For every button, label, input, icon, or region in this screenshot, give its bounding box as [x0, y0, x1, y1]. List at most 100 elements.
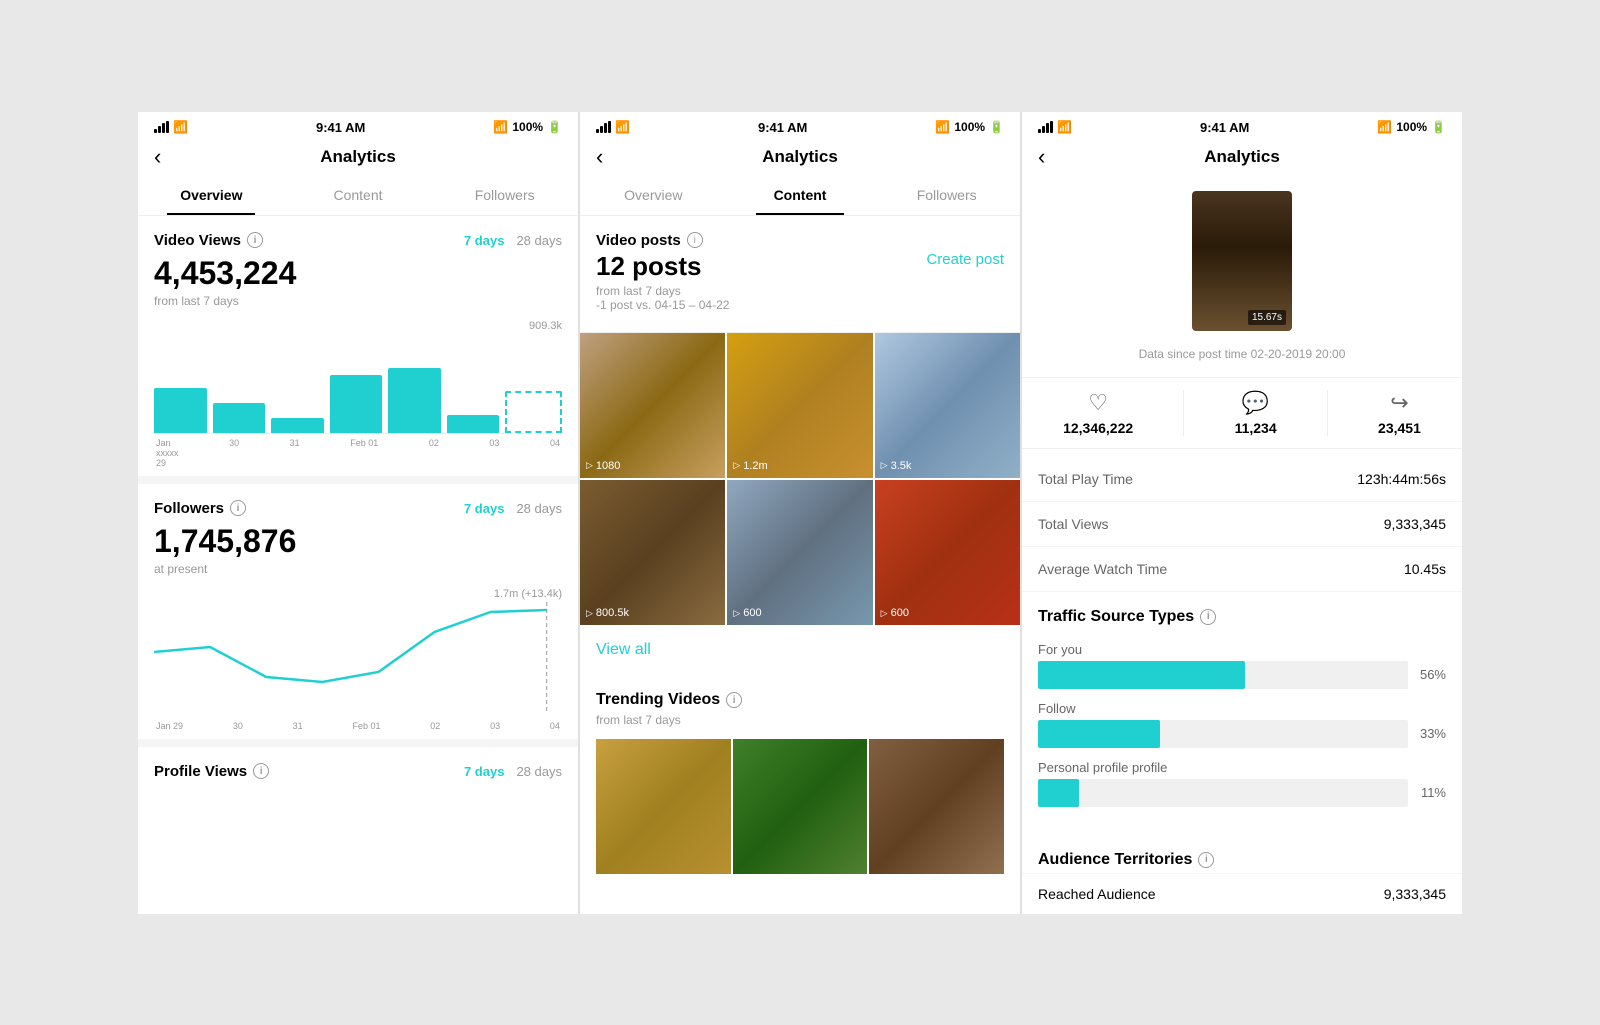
total-views-label: Total Views	[1038, 516, 1109, 532]
create-post-button[interactable]: Create post	[926, 251, 1004, 268]
tab-content-2[interactable]: Content	[727, 175, 874, 215]
stat-comments: 💬 11,234	[1235, 390, 1277, 436]
nav-title-3: Analytics	[1204, 147, 1280, 167]
followers-period-28d[interactable]: 28 days	[516, 501, 562, 516]
followers-chart-label: 1.7m (+13.4k)	[154, 588, 562, 600]
stat-likes: ♡ 12,346,222	[1063, 390, 1133, 436]
share-icon: ↪	[1390, 390, 1408, 416]
traffic-pct-foryou: 56%	[1416, 667, 1446, 682]
video-posts-title: Video posts	[596, 232, 681, 249]
video-count-2: ▷ 1.2m	[733, 460, 767, 472]
video-thumb-2[interactable]: ▷ 1.2m	[727, 333, 872, 478]
signal-bar-1	[154, 129, 157, 133]
post-thumbnail-container: 15.67s	[1022, 175, 1462, 347]
profile-views-info-icon[interactable]: i	[253, 763, 269, 779]
shares-value: 23,451	[1378, 420, 1421, 436]
status-bar-1: 📶 9:41 AM 📶 100% 🔋	[138, 112, 578, 139]
followers-value: 1,745,876	[154, 523, 562, 560]
view-all-button[interactable]: View all	[580, 625, 1020, 675]
audience-title: Audience Territories	[1038, 851, 1192, 869]
traffic-bar-bg-follow	[1038, 720, 1408, 748]
battery-icon-2: 🔋	[989, 120, 1004, 134]
wifi-icon-3: 📶	[1057, 120, 1072, 134]
traffic-bar-bg-profile	[1038, 779, 1408, 807]
traffic-bar-bg-foryou	[1038, 661, 1408, 689]
bar-3	[271, 418, 324, 433]
trending-bg-2	[733, 739, 868, 874]
tab-followers-2[interactable]: Followers	[873, 175, 1020, 215]
followers-info-icon[interactable]: i	[230, 500, 246, 516]
tab-overview-1[interactable]: Overview	[138, 175, 285, 215]
profile-views-section: Profile Views i 7 days 28 days	[138, 747, 578, 794]
bar-4	[330, 375, 383, 432]
status-bar-3: 📶 9:41 AM 📶 100% 🔋	[1022, 112, 1462, 139]
back-button-2[interactable]: ‹	[596, 144, 603, 170]
profile-views-title: Profile Views i	[154, 763, 269, 780]
video-thumb-6[interactable]: ▷ 600	[875, 480, 1020, 625]
traffic-title: Traffic Source Types i	[1038, 608, 1446, 626]
traffic-label-follow: Follow	[1038, 701, 1446, 716]
video-views-info-icon[interactable]: i	[247, 232, 263, 248]
period-7d-1[interactable]: 7 days	[464, 233, 504, 248]
bar-1	[154, 388, 207, 433]
tabs-1: Overview Content Followers	[138, 175, 578, 216]
traffic-bar-fill-foryou	[1038, 661, 1245, 689]
back-button-3[interactable]: ‹	[1038, 144, 1045, 170]
stat-divider-2	[1327, 390, 1328, 436]
posts-meta-1: from last 7 days	[596, 284, 729, 298]
video-thumb-5[interactable]: ▷ 600	[727, 480, 872, 625]
trending-info-icon[interactable]: i	[726, 692, 742, 708]
chart-top-label-1: 909.3k	[154, 320, 562, 332]
nav-header-2: ‹ Analytics	[580, 139, 1020, 175]
period-28d-1[interactable]: 28 days	[516, 233, 562, 248]
signal-icon-2	[596, 121, 611, 133]
battery-icon-1: 🔋	[547, 120, 562, 134]
followers-title: Followers i	[154, 500, 246, 517]
trending-section: Trending Videos i from last 7 days	[580, 675, 1020, 890]
audience-reached-row: Reached Audience 9,333,345	[1022, 873, 1462, 914]
video-views-periods: 7 days 28 days	[464, 233, 562, 248]
trending-thumb-2[interactable]	[733, 739, 868, 874]
video-count-3: ▷ 3.5k	[881, 460, 912, 472]
post-thumb-image[interactable]: 15.67s	[1192, 191, 1292, 331]
traffic-section: Traffic Source Types i For you 56% Follo…	[1022, 592, 1462, 835]
video-views-header: Video Views i 7 days 28 days	[154, 232, 562, 249]
video-posts-info-icon[interactable]: i	[687, 232, 703, 248]
tab-overview-2[interactable]: Overview	[580, 175, 727, 215]
play-icon-6: ▷	[881, 608, 888, 619]
profile-views-7d[interactable]: 7 days	[464, 764, 504, 779]
tab-content-1[interactable]: Content	[285, 175, 432, 215]
avg-watch-value: 10.45s	[1404, 561, 1446, 577]
screen-content-1: Video Views i 7 days 28 days 4,453,224 f…	[138, 216, 578, 794]
followers-period-7d[interactable]: 7 days	[464, 501, 504, 516]
tab-followers-1[interactable]: Followers	[431, 175, 578, 215]
trending-grid	[596, 739, 1004, 874]
video-thumb-1[interactable]: ▷ 1080	[580, 333, 725, 478]
trending-bg-3	[869, 739, 1004, 874]
divider-2	[138, 739, 578, 747]
detail-total-views: Total Views 9,333,345	[1022, 502, 1462, 547]
stat-shares: ↪ 23,451	[1378, 390, 1421, 436]
profile-views-28d[interactable]: 28 days	[516, 764, 562, 779]
battery-icon-3: 🔋	[1431, 120, 1446, 134]
screen-detail: 📶 9:41 AM 📶 100% 🔋 ‹ Analytics 15.67s Da…	[1022, 112, 1462, 914]
bar-5	[388, 368, 441, 432]
video-count-1: ▷ 1080	[586, 460, 620, 472]
traffic-info-icon[interactable]: i	[1200, 609, 1216, 625]
trending-thumb-3[interactable]	[869, 739, 1004, 874]
video-thumb-3[interactable]: ▷ 3.5k	[875, 333, 1020, 478]
followers-section: Followers i 7 days 28 days 1,745,876 at …	[138, 484, 578, 739]
back-button-1[interactable]: ‹	[154, 144, 161, 170]
traffic-bar-fill-follow	[1038, 720, 1160, 748]
trending-thumb-1[interactable]	[596, 739, 731, 874]
stat-divider-1	[1183, 390, 1184, 436]
reached-label: Reached Audience	[1038, 886, 1156, 902]
audience-info-icon[interactable]: i	[1198, 852, 1214, 868]
signal-bar-3	[162, 123, 165, 133]
traffic-row-profile: Personal profile profile 11%	[1038, 760, 1446, 807]
traffic-bar-fill-profile	[1038, 779, 1079, 807]
video-thumb-4[interactable]: ▷ 800.5k	[580, 480, 725, 625]
battery-pct-1: 100%	[512, 120, 543, 134]
traffic-pct-follow: 33%	[1416, 726, 1446, 741]
bluetooth-icon-3: 📶	[1377, 120, 1392, 134]
